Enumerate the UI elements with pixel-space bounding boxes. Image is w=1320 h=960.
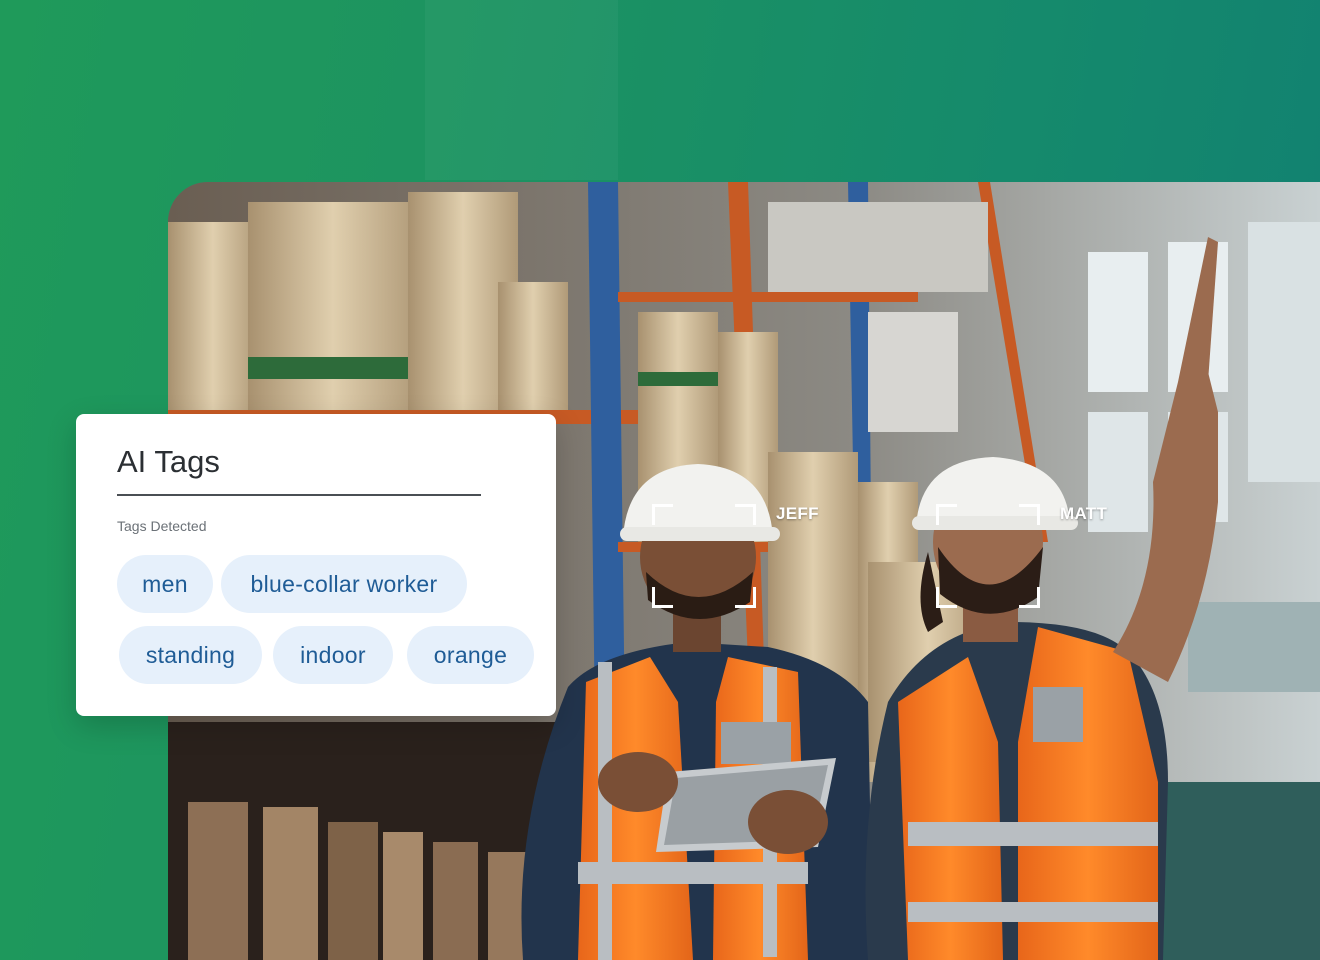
ai-tags-panel: AI Tags Tags Detected men blue-collar wo… (76, 414, 556, 716)
face-label-matt: MATT (1060, 504, 1108, 523)
face-label-jeff: JEFF (776, 504, 819, 523)
title-divider (117, 494, 481, 496)
frame-corner (652, 587, 673, 608)
frame-corner (735, 504, 756, 525)
tag-chip-men[interactable]: men (117, 555, 213, 613)
tag-chip-standing[interactable]: standing (119, 626, 262, 684)
frame-corner (936, 587, 957, 608)
tag-chip-blue-collar-worker[interactable]: blue-collar worker (221, 555, 467, 613)
panel-title: AI Tags (117, 444, 220, 479)
face-frame-jeff (652, 504, 756, 608)
tag-chip-indoor[interactable]: indoor (273, 626, 393, 684)
face-frame-matt (936, 504, 1040, 608)
frame-corner (1019, 587, 1040, 608)
tags-detected-label: Tags Detected (117, 518, 207, 534)
face-detection-frame-icon (936, 504, 957, 525)
face-detection-frame-icon (652, 504, 673, 525)
frame-corner (1019, 504, 1040, 525)
frame-corner (735, 587, 756, 608)
background-band (425, 0, 618, 180)
tag-chip-orange[interactable]: orange (407, 626, 534, 684)
